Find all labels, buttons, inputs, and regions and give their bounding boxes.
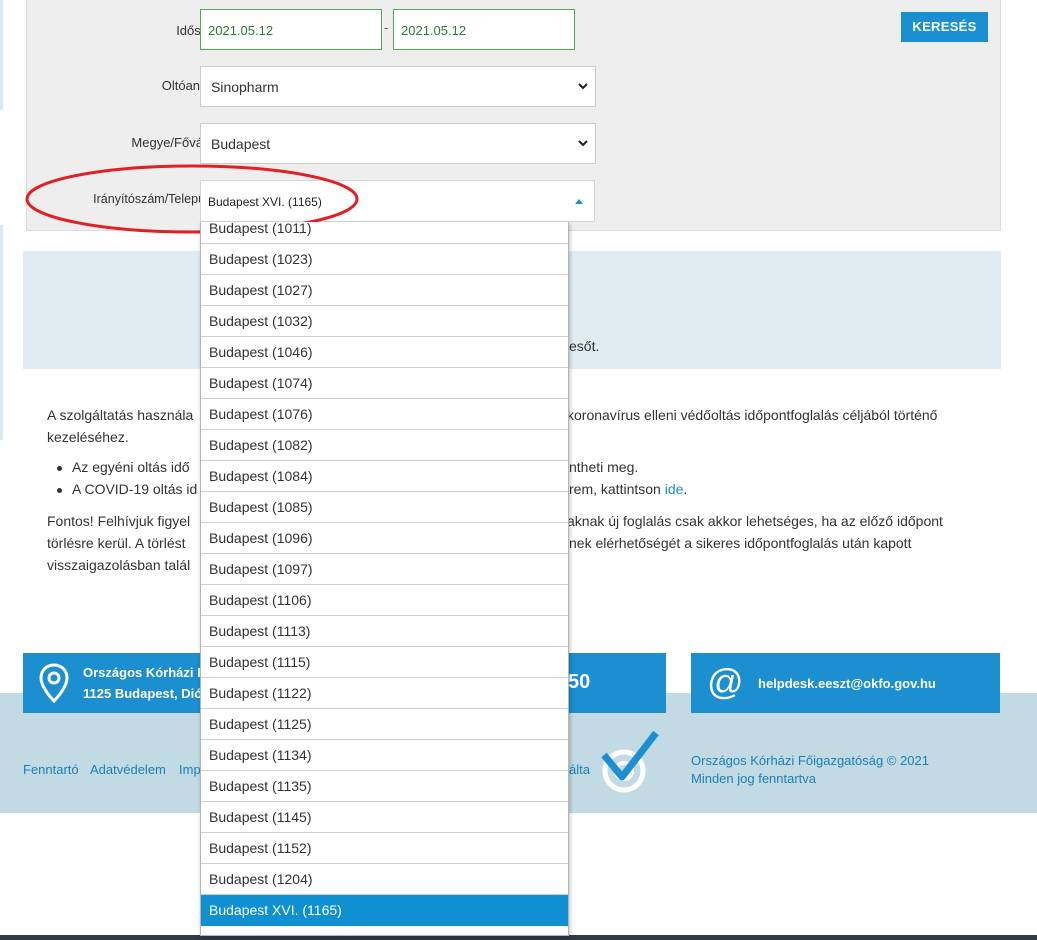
phone-number: 50: [568, 671, 591, 693]
dropdown-option[interactable]: Budapest (1115): [201, 647, 568, 678]
dropdown-option[interactable]: Budapest (1027): [201, 275, 568, 306]
bullet-item-end: rem, kattintson ide.: [569, 479, 687, 500]
email-link[interactable]: helpdesk.eeszt@okfo.gov.hu: [758, 674, 936, 694]
email-bar: @ helpdesk.eeszt@okfo.gov.hu: [691, 653, 1000, 713]
dropdown-option[interactable]: Budapest (1032): [201, 306, 568, 337]
dropdown-option[interactable]: Budapest (1046): [201, 337, 568, 368]
bullet-item-start: A COVID-19 oltás id: [72, 481, 198, 497]
dropdown-option[interactable]: Budapest (1134): [201, 740, 568, 771]
dropdown-options: Budapest (1011) Budapest (1023) Budapest (…: [201, 222, 568, 926]
city-dropdown-list[interactable]: Budapest (1011) Budapest (1023) Budapest (…: [200, 222, 569, 936]
dropdown-option[interactable]: Budapest (1085): [201, 492, 568, 523]
county-select-value: Budapest: [211, 136, 271, 152]
notice-line-start: Fontos! Felhívjuk figyel: [47, 513, 191, 529]
dropdown-option[interactable]: Budapest (1125): [201, 709, 568, 740]
notice-line-start: törlésre kerül. A törlést: [47, 535, 186, 551]
dropdown-option[interactable]: Budapest (1145): [201, 802, 568, 833]
city-combobox[interactable]: Budapest XVI. (1165): [200, 180, 595, 222]
org-name: Országos Kórházi F: [83, 665, 206, 680]
bullet-dot: [57, 488, 62, 493]
paragraph-line: kezeléséhez.: [47, 429, 129, 445]
footer-link-partial[interactable]: álta: [569, 762, 590, 777]
left-accent-line: [0, 0, 3, 110]
bullet-dot: [57, 466, 62, 471]
caret-up-icon: [575, 199, 583, 204]
chevron-down-icon: [578, 83, 588, 90]
dropdown-option[interactable]: Budapest XVI. (1165): [201, 895, 568, 926]
dropdown-option[interactable]: Budapest (1023): [201, 244, 568, 275]
dropdown-option[interactable]: Budapest (1074): [201, 368, 568, 399]
dropdown-option[interactable]: Budapest (1122): [201, 678, 568, 709]
bullet-item-end: ntheti meg.: [569, 459, 639, 475]
vaccine-select-value: Sinopharm: [211, 79, 279, 95]
info-text: esőt.: [569, 338, 600, 354]
dropdown-option[interactable]: Budapest (1152): [201, 833, 568, 864]
footer-link-impresszum[interactable]: Imp: [179, 762, 201, 777]
dropdown-option[interactable]: Budapest (1113): [201, 616, 568, 647]
dropdown-option[interactable]: Budapest (1097): [201, 554, 568, 585]
dropdown-option[interactable]: Budapest (1106): [201, 585, 568, 616]
dropdown-option[interactable]: Budapest (1135): [201, 771, 568, 802]
bullet-item-period: .: [683, 481, 688, 497]
copyright-text: Országos Kórházi Főigazgatóság © 2021 Mi…: [691, 752, 929, 788]
copyright-line: Országos Kórházi Főigazgatóság © 2021: [691, 753, 929, 768]
dropdown-option[interactable]: Budapest (1084): [201, 461, 568, 492]
checkmark-target-logo: [601, 731, 659, 793]
paragraph-start: A szolgáltatás használa: [47, 407, 194, 423]
date-separator: -: [384, 20, 389, 35]
at-sign-icon: @: [707, 661, 744, 702]
notice-line-end: nek elérhetőségét a sikeres időpontfogla…: [569, 535, 912, 551]
left-accent-line: [0, 225, 3, 440]
dropdown-option[interactable]: Budapest (1082): [201, 430, 568, 461]
date-to-input[interactable]: 2021.05.12: [393, 9, 575, 50]
county-select[interactable]: Budapest: [200, 123, 596, 164]
city-combobox-value: Budapest XVI. (1165): [208, 195, 322, 209]
footer-link-fenntarto[interactable]: Fenntartó: [23, 762, 79, 777]
notice-line-end: aknak új foglalás csak akkor lehetséges,…: [567, 513, 943, 529]
dropdown-option[interactable]: Budapest (1011): [201, 222, 568, 244]
date-from-input[interactable]: 2021.05.12: [200, 9, 382, 50]
map-pin-icon: [39, 663, 69, 703]
paragraph-end: koronavírus elleni védőoltás időpontfogl…: [567, 407, 938, 423]
org-address: 1125 Budapest, Dió: [83, 686, 203, 701]
notice-line-start: visszaigazolásban talál: [47, 557, 191, 573]
rights-line: Minden jog fenntartva: [691, 771, 817, 786]
vaccine-select[interactable]: Sinopharm: [200, 66, 596, 107]
dropdown-option[interactable]: Budapest (1096): [201, 523, 568, 554]
bullet-item-start: Az egyéni oltás idő: [72, 459, 190, 475]
dropdown-option[interactable]: Budapest (1076): [201, 399, 568, 430]
bullet-item-text: rem, kattintson: [569, 481, 661, 497]
here-link[interactable]: ide: [665, 481, 684, 497]
footer-link-adatvedelem[interactable]: Adatvédelem: [90, 762, 166, 777]
dropdown-option[interactable]: Budapest (1204): [201, 864, 568, 895]
search-button[interactable]: KERESÉS: [901, 12, 988, 42]
chevron-down-icon: [578, 140, 588, 147]
